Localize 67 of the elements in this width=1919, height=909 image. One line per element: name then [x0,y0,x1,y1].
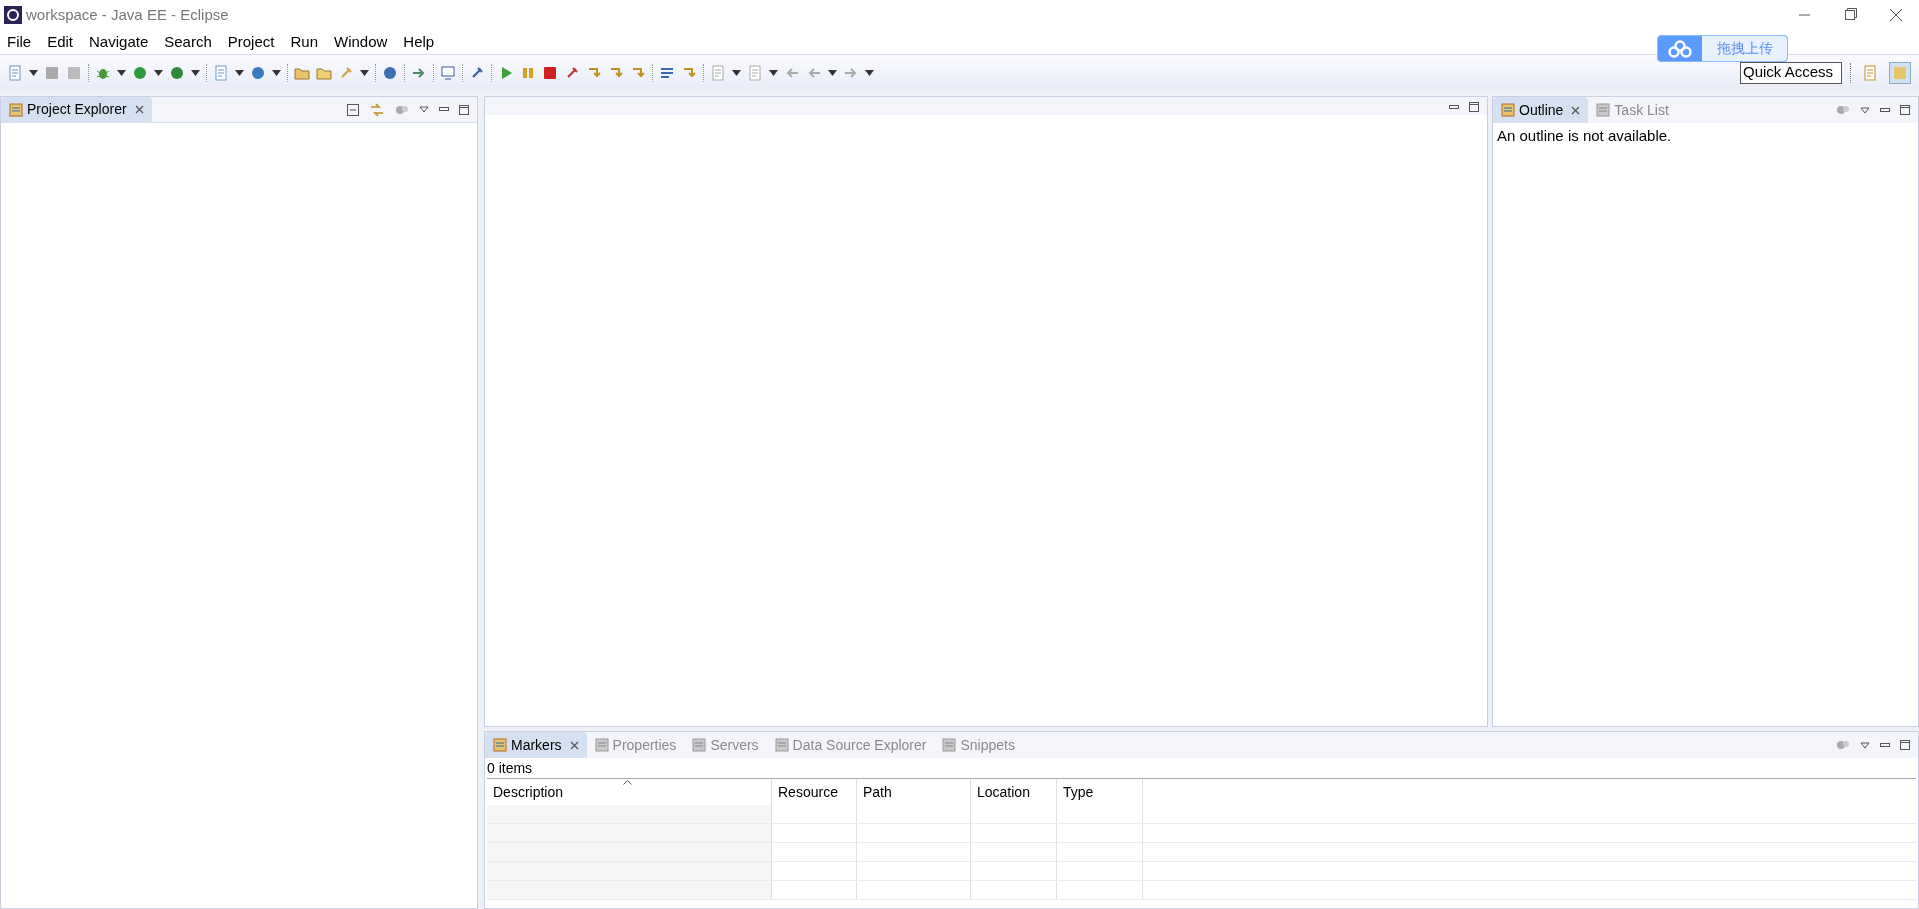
menu-item[interactable]: Navigate [89,30,149,54]
menu-item[interactable]: Edit [47,30,74,54]
dropdown-caret-icon[interactable] [154,69,163,76]
dropdown-caret-icon[interactable] [769,69,778,76]
column-header[interactable]: Type [1057,779,1143,805]
tab-label: Snippets [960,735,1015,755]
dropdown-caret-icon[interactable] [117,69,126,76]
run-icon[interactable] [132,64,148,81]
maximize-icon[interactable] [1900,105,1910,115]
view-icon [493,738,507,752]
view-icon [9,102,23,117]
view-icon [942,738,957,752]
close-icon[interactable] [134,105,144,114]
view-icon [774,738,789,752]
tab-label: Project Explorer [27,100,127,119]
dropdown-caret-icon[interactable] [191,69,200,76]
cloud-icon [1668,39,1692,58]
app-icon [4,6,22,24]
tab-label: Outline [1519,100,1564,120]
minimize-icon[interactable] [1880,107,1890,113]
column-header[interactable]: Path [857,779,971,805]
view-icon [1596,103,1611,117]
view-tab[interactable]: Outline [1493,97,1589,123]
maximize-icon[interactable] [1469,102,1479,112]
tab-label: Task List [1614,100,1669,120]
menu-item[interactable]: Search [164,30,212,54]
minimize-icon[interactable] [1449,104,1459,110]
minimize-icon[interactable] [1880,742,1890,748]
menu-item[interactable]: Project [227,30,275,54]
view-menu-icon[interactable] [1860,741,1870,749]
tab-label: Servers [710,735,759,755]
view-icon [1501,103,1515,117]
items-count: 0 items [486,759,534,778]
close-icon[interactable] [1571,105,1581,115]
maximize-icon[interactable] [1900,740,1910,750]
menu-item[interactable]: Run [290,30,318,54]
column-header[interactable]: Location [971,779,1057,805]
dropdown-caret-icon[interactable] [235,69,244,76]
dropdown-caret-icon[interactable] [360,69,369,76]
tab-label: Markers [511,735,562,755]
view-icon [692,738,707,752]
dropdown-caret-icon[interactable] [828,69,837,76]
stop-icon[interactable] [542,64,558,81]
menu-item[interactable]: File [7,30,32,54]
dropdown-caret-icon[interactable] [272,69,281,76]
maximize-icon[interactable] [459,104,469,115]
view-tab[interactable]: Project Explorer [1,97,152,122]
view-menu-icon[interactable] [419,106,429,113]
view-tab[interactable]: Markers [485,732,587,758]
tab-label: Data Source Explorer [792,735,927,755]
dropdown-caret-icon[interactable] [732,69,741,76]
upload-label: 拖拽上传 [1702,36,1787,61]
collapse-all-icon[interactable] [347,103,359,116]
dropdown-caret-icon[interactable] [865,69,874,76]
quick-access-field[interactable]: Quick Access [1740,61,1842,84]
tab-label: Properties [612,735,677,755]
menu-item[interactable]: Help [403,30,435,54]
window-title: workspace - Java EE - Eclipse [26,4,229,25]
view-icon [594,738,609,752]
column-header[interactable]: Resource [772,779,857,805]
view-menu-icon[interactable] [1860,106,1870,114]
outline-message: An outline is not available. [1496,126,1673,146]
dropdown-caret-icon[interactable] [29,69,38,76]
close-icon[interactable] [569,740,579,750]
minimize-icon[interactable] [439,107,449,112]
monitor-icon[interactable] [440,64,456,81]
menu-item[interactable]: Window [334,30,388,54]
